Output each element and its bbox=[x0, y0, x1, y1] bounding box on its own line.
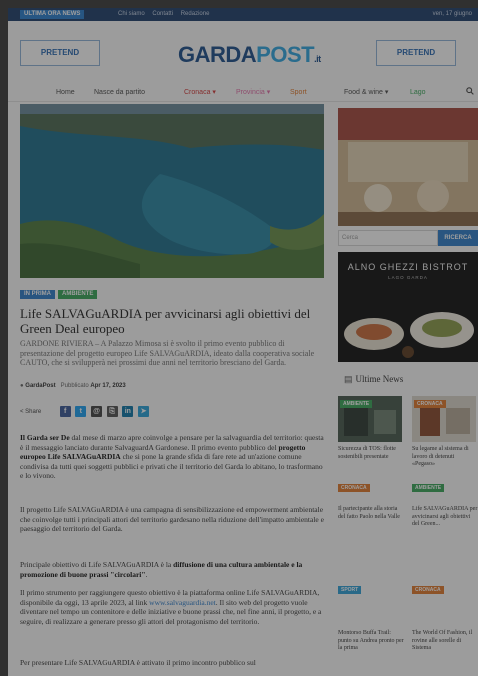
ad-brand: ALNO GHEZZI BISTROT bbox=[347, 262, 469, 272]
nav-item-cronaca[interactable]: Cronaca ▾ bbox=[184, 84, 216, 102]
twitter-icon[interactable]: t bbox=[75, 406, 87, 417]
byline-author[interactable]: GardaPost bbox=[25, 383, 55, 389]
news-icon: ▤ bbox=[344, 374, 353, 384]
sidebar-search-input[interactable]: Cerca bbox=[338, 230, 438, 246]
telegram-icon[interactable]: ➤ bbox=[138, 406, 150, 417]
sidebar-search: Cerca RICERCA bbox=[338, 230, 478, 246]
article-paragraph: Il Garda ser De dal mese di marzo apre c… bbox=[20, 433, 324, 480]
article-paragraph: Il primo strumento per raggiungere quest… bbox=[20, 588, 322, 626]
project-link[interactable]: www.salvaguardia.net bbox=[149, 598, 216, 607]
news-badge[interactable]: CRONACA bbox=[414, 400, 446, 408]
main-nav: Home Nasce da partito Cronaca ▾ Provinci… bbox=[8, 84, 478, 102]
top-link[interactable]: Contatti bbox=[152, 11, 173, 17]
sidebar-ad-2[interactable]: ALNO GHEZZI BISTROT LAGO GARDA bbox=[338, 252, 478, 362]
ad-subtitle: LAGO GARDA bbox=[388, 275, 428, 280]
news-badge[interactable]: SPORT bbox=[338, 586, 362, 594]
promo-banner-right[interactable]: PRETEND bbox=[376, 40, 456, 66]
hero-image[interactable] bbox=[20, 104, 324, 278]
nav-item-provincia[interactable]: Provincia ▾ bbox=[236, 84, 270, 102]
article-paragraph: Per presentare Life SALVAGuARDIA è attiv… bbox=[20, 658, 256, 667]
news-badge[interactable]: AMBIENTE bbox=[340, 400, 373, 408]
news-title[interactable]: Sicurezza di TOS: flotte sostenibili pre… bbox=[338, 446, 404, 461]
article-byline: ● GardaPost Pubblicato Apr 17, 2023 bbox=[20, 383, 126, 389]
byline-date-prefix: Pubblicato bbox=[60, 383, 89, 389]
logo-tld: .it bbox=[314, 54, 321, 64]
nav-item-home[interactable]: Home bbox=[56, 84, 75, 102]
latest-news-button[interactable]: ULTIMA ORA NEWS bbox=[20, 10, 85, 19]
news-badge[interactable]: CRONACA bbox=[338, 484, 370, 492]
share-label: < Share bbox=[20, 409, 42, 416]
byline-date: Apr 17, 2023 bbox=[90, 383, 126, 389]
news-badge[interactable]: AMBIENTE bbox=[412, 484, 445, 492]
nav-item-food-wine[interactable]: Food & wine ▾ bbox=[344, 84, 388, 102]
nav-item-sport[interactable]: Sport bbox=[290, 84, 307, 102]
nav-item-lago[interactable]: Lago bbox=[410, 84, 426, 102]
share-bar: < Share f t @ ⎘ in ➤ bbox=[20, 406, 152, 418]
top-bar: ULTIMA ORA NEWS Chi siamo Contatti Redaz… bbox=[8, 8, 478, 21]
sidebar-search-button[interactable]: RICERCA bbox=[438, 230, 478, 246]
print-icon[interactable]: ⎘ bbox=[106, 406, 118, 417]
top-link[interactable]: Chi siamo bbox=[118, 11, 145, 17]
top-links: Chi siamo Contatti Redazione bbox=[118, 10, 215, 19]
linkedin-icon[interactable]: in bbox=[122, 406, 134, 417]
ultime-news-heading: ▤ Ultime News bbox=[344, 374, 404, 384]
logo-post: POST bbox=[256, 42, 315, 67]
top-date: ven, 17 giugno bbox=[432, 11, 472, 17]
article-title: Life SALVAGuARDIA per avvicinarsi agli o… bbox=[20, 306, 311, 336]
author-icon: ● bbox=[20, 383, 24, 389]
category-tag-primary[interactable]: IN PRIMA bbox=[20, 290, 55, 299]
news-title[interactable]: Su legame al sistema di lavoro di detenu… bbox=[412, 446, 478, 469]
top-link[interactable]: Redazione bbox=[181, 11, 210, 17]
facebook-icon[interactable]: f bbox=[59, 406, 71, 417]
news-title[interactable]: Life SALVAGuARDIA per avvicinarsi agli o… bbox=[412, 506, 478, 529]
article-lead: GARDONE RIVIERA – A Palazzo Mimosa si è … bbox=[20, 339, 315, 367]
logo-garda: GARDA bbox=[178, 42, 257, 67]
news-title[interactable]: The World Of Fashion, il rovine alle sor… bbox=[412, 630, 478, 653]
article-paragraph: Il progetto Life SALVAGuARDIA è una camp… bbox=[20, 505, 324, 533]
site-logo[interactable]: GARDAPOST.it bbox=[178, 42, 321, 68]
promo-banner-left[interactable]: PRETEND bbox=[20, 40, 100, 66]
email-icon[interactable]: @ bbox=[91, 406, 103, 417]
news-title[interactable]: Il partecipante alla storia del fatto Pa… bbox=[338, 506, 404, 521]
news-title[interactable]: Montorso Buffa Trail: punto su Andrea pr… bbox=[338, 630, 404, 653]
search-icon[interactable] bbox=[466, 84, 474, 102]
page: ULTIMA ORA NEWS Chi siamo Contatti Redaz… bbox=[8, 8, 478, 676]
nav-item-partito[interactable]: Nasce da partito bbox=[94, 84, 145, 102]
news-badge[interactable]: CRONACA bbox=[412, 586, 444, 594]
category-tag-ambiente[interactable]: AMBIENTE bbox=[58, 290, 98, 299]
sidebar-ad-1[interactable] bbox=[338, 108, 478, 226]
article-paragraph: Principale obiettivo di Life SALVAGuARDI… bbox=[20, 560, 303, 579]
